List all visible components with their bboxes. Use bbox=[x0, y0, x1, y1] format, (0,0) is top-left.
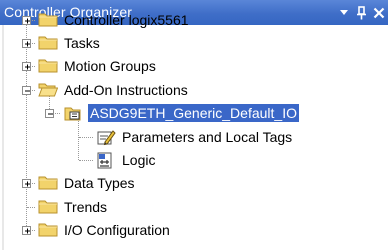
expand-icon[interactable] bbox=[22, 39, 31, 48]
parameters-tags-icon bbox=[96, 128, 118, 146]
folder-icon bbox=[38, 174, 60, 192]
tree-item[interactable]: ASDG9ETH_Generic_Default_IO bbox=[64, 103, 299, 123]
tree-item[interactable]: Parameters and Local Tags bbox=[96, 127, 294, 147]
folder-icon bbox=[38, 34, 60, 52]
tree-connector-vertical bbox=[26, 20, 27, 230]
tree-item-label: Data Types bbox=[64, 175, 135, 191]
controller-tree[interactable]: Controller logix5561 Tasks Motion Groups Ad… bbox=[0, 12, 388, 250]
pin-icon[interactable] bbox=[353, 0, 369, 25]
tree-item-label: Parameters and Local Tags bbox=[122, 129, 293, 145]
tree-connector-horizontal bbox=[27, 207, 35, 208]
tree-item[interactable]: Data Types bbox=[38, 173, 137, 193]
tree-item-label: Logic bbox=[122, 152, 156, 168]
tree-item-label: Controller logix5561 bbox=[64, 12, 189, 28]
tree-connector-vertical bbox=[78, 119, 79, 160]
expand-icon[interactable] bbox=[22, 62, 31, 71]
tree-item-label: Add-On Instructions bbox=[64, 82, 188, 98]
add-on-instruction-icon bbox=[64, 104, 86, 122]
tree-item[interactable]: Motion Groups bbox=[38, 56, 158, 76]
folder-icon bbox=[38, 11, 60, 29]
tree-item[interactable]: Trends bbox=[38, 197, 109, 217]
tree-item-label: ASDG9ETH_Generic_Default_IO bbox=[88, 104, 299, 122]
logic-icon bbox=[96, 151, 118, 169]
dropdown-arrow-icon[interactable] bbox=[336, 0, 352, 25]
folder-icon bbox=[38, 198, 60, 216]
tree-item[interactable]: Logic bbox=[96, 150, 157, 170]
tree-item[interactable]: Tasks bbox=[38, 33, 102, 53]
collapse-icon[interactable] bbox=[45, 109, 54, 118]
tree-item-label: I/O Configuration bbox=[64, 222, 170, 238]
tree-item-label: Trends bbox=[64, 199, 108, 215]
folder-icon bbox=[38, 57, 60, 75]
open-folder-icon bbox=[38, 81, 60, 99]
tree-item-label: Tasks bbox=[64, 35, 100, 51]
tree-item[interactable]: Controller logix5561 bbox=[38, 10, 191, 30]
folder-icon bbox=[38, 221, 60, 239]
tree-connector-horizontal bbox=[79, 160, 93, 161]
expand-icon[interactable] bbox=[22, 179, 31, 188]
tree-item[interactable]: I/O Configuration bbox=[38, 220, 172, 240]
close-icon[interactable] bbox=[370, 0, 388, 25]
tree-item[interactable]: Add-On Instructions bbox=[38, 80, 190, 100]
expand-icon[interactable] bbox=[22, 226, 31, 235]
expand-icon[interactable] bbox=[22, 16, 31, 25]
tree-connector-horizontal bbox=[79, 137, 93, 138]
tree-item-label: Motion Groups bbox=[64, 58, 156, 74]
collapse-icon[interactable] bbox=[22, 86, 31, 95]
